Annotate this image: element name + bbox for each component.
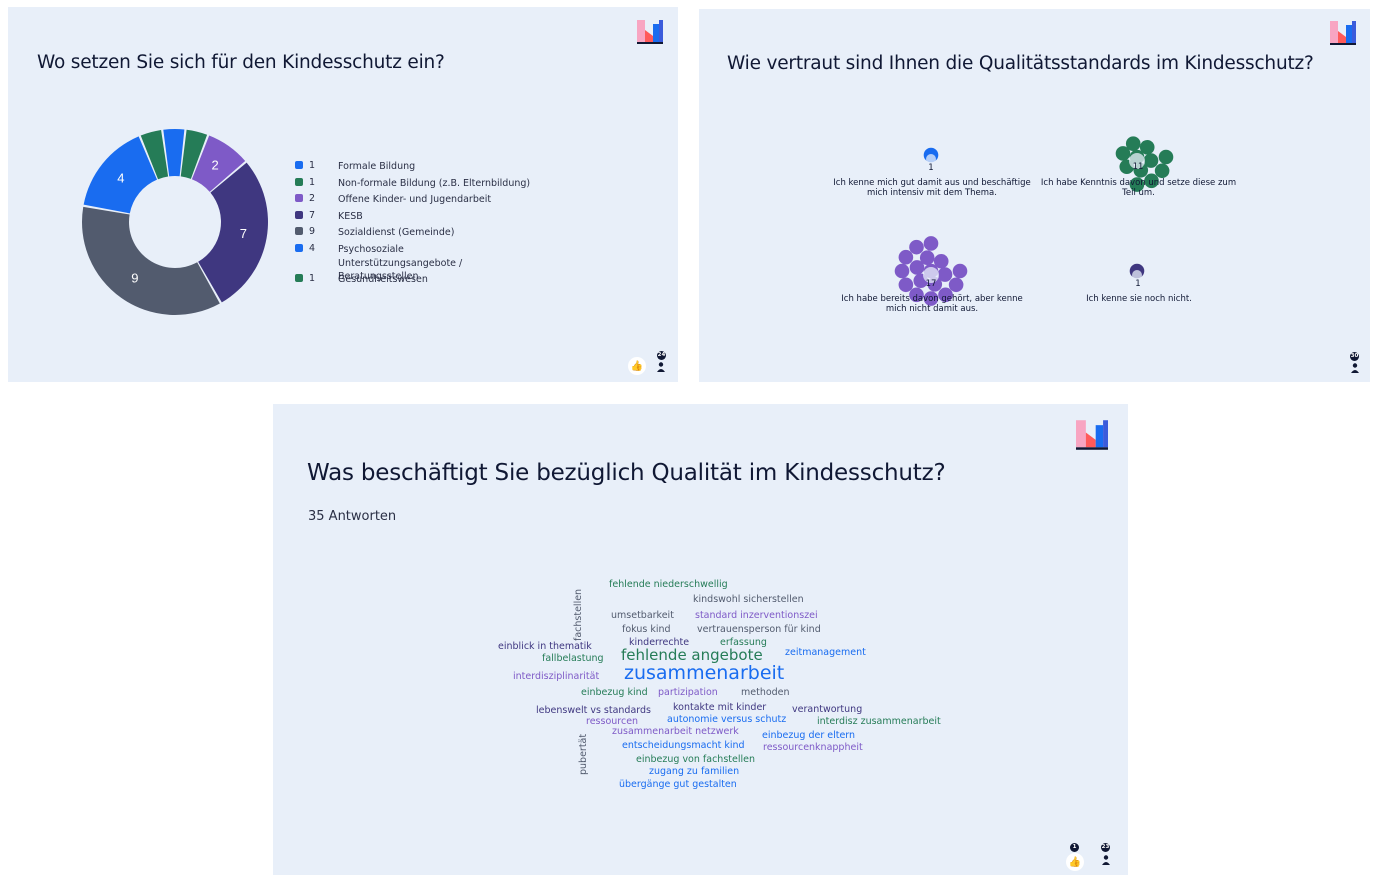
donut-chart: 2 7 9 4 — [81, 129, 268, 315]
participant-count-badge: 23 — [1101, 843, 1110, 852]
like-count-badge: 1 — [1070, 843, 1079, 852]
count-label: 1 — [928, 163, 934, 173]
legend-label: Formale Bildung — [338, 161, 416, 172]
word-cloud-term: pubertät — [578, 733, 589, 775]
legend-count: 9 — [309, 226, 316, 237]
word-cloud-term: verantwortung — [792, 704, 863, 716]
slide-donut-chart: Wo setzen Sie sich für den Kindesschutz … — [8, 7, 678, 382]
word-cloud-term: übergänge gut gestalten — [619, 779, 737, 791]
word-cloud-term: vertrauensperson für kind — [697, 624, 821, 636]
word-cloud-term: zusammenarbeit — [624, 661, 785, 684]
participant-count-badge: 24 — [657, 351, 666, 360]
response-bubble — [1125, 136, 1141, 152]
option-caption: Ich habe Kenntnis davon und setze diese … — [1040, 178, 1237, 198]
response-bubble — [1139, 139, 1155, 155]
legend-swatch — [295, 227, 303, 235]
word-cloud-term: zusammenarbeit netzwerk — [612, 726, 739, 738]
person-icon — [657, 362, 665, 372]
response-bubble — [909, 239, 924, 255]
slice-value-label: 4 — [117, 170, 124, 185]
legend-count: 1 — [309, 160, 316, 171]
person-icon — [1102, 855, 1110, 865]
legend-swatch — [295, 194, 303, 202]
word-cloud-term: einblick in thematik — [498, 641, 592, 653]
slice-value-label: 9 — [131, 271, 138, 286]
legend-swatch — [295, 274, 303, 282]
response-bubble — [923, 236, 939, 251]
word-cloud-term: kontakte mit kinder — [673, 702, 767, 714]
response-bubble — [898, 277, 914, 293]
response-bubble — [948, 277, 964, 293]
legend-count: 4 — [309, 243, 316, 254]
word-cloud-term: ressourcenknappheit — [763, 742, 863, 754]
response-bubble — [1154, 163, 1170, 179]
word-cloud-term: fallbelastung — [542, 653, 604, 665]
response-bubble — [898, 249, 914, 265]
slide-title: Wo setzen Sie sich für den Kindesschutz … — [37, 52, 445, 73]
word-cloud-term: methoden — [741, 687, 790, 699]
word-cloud-term: zugang zu familien — [649, 766, 740, 778]
slide-title: Was beschäftigt Sie bezüglich Qualität i… — [307, 460, 946, 486]
word-cloud-term: kindswohl sicherstellen — [693, 594, 804, 606]
legend-label: Gesundheitswesen — [338, 274, 428, 285]
legend-label: Sozialdienst (Gemeinde) — [338, 227, 455, 238]
response-bubble — [952, 263, 968, 279]
legend-label: Non-formale Bildung (z.B. Elternbildung) — [338, 178, 531, 189]
word-cloud-term: lebenswelt vs standards — [536, 705, 652, 717]
legend-count: 1 — [309, 273, 316, 284]
thumbs-up-icon[interactable]: 👍 — [628, 357, 646, 375]
donut-slice — [81, 206, 220, 315]
option-caption: Ich habe bereits davon gehört, aber kenn… — [841, 294, 1023, 314]
word-cloud-term: interdisz zusammenarbeit — [817, 716, 941, 728]
word-cloud-term: partizipation — [658, 687, 718, 699]
count-label: 1 — [1135, 279, 1141, 289]
word-cloud-term: einbezug kind — [581, 687, 648, 699]
slice-value-label: 2 — [212, 157, 219, 172]
response-bubble — [919, 250, 935, 266]
legend-swatch — [295, 244, 303, 252]
slide-word-cloud: Was beschäftigt Sie bezüglich Qualität i… — [273, 404, 1128, 875]
legend-swatch — [295, 178, 303, 186]
participant-count-badge: 30 — [1350, 352, 1359, 361]
slice-value-label: 7 — [240, 226, 247, 241]
word-cloud-term: umsetbarkeit — [611, 610, 674, 622]
word-cloud-term: standard inzerventionszei — [695, 610, 818, 622]
slide-scales-chart: Wie vertraut sind Ihnen die Qualitätssta… — [699, 9, 1370, 382]
response-bubble — [894, 263, 910, 279]
legend-swatch — [295, 161, 303, 169]
response-count: 35 Antworten — [308, 509, 397, 524]
mentimeter-logo-icon — [1076, 420, 1108, 450]
word-cloud-term: einbezug von fachstellen — [636, 754, 755, 766]
mentimeter-logo-icon — [637, 20, 663, 44]
count-label: 17 — [925, 279, 937, 289]
legend-count: 7 — [309, 210, 316, 221]
word-cloud-term: einbezug der eltern — [762, 730, 856, 742]
word-cloud-term: interdisziplinarität — [513, 671, 600, 683]
response-bubble — [1158, 149, 1174, 165]
word-cloud-term: fokus kind — [622, 624, 671, 636]
word-cloud-term: fachstellen — [573, 588, 584, 641]
legend-label: Offene Kinder- und Jugendarbeit — [338, 194, 492, 205]
word-cloud-term: fehlende niederschwellig — [609, 579, 728, 591]
response-bubble — [933, 253, 949, 269]
option-caption: Ich kenne sie noch nicht. — [1086, 294, 1192, 304]
option-caption: Ich kenne mich gut damit aus und beschäf… — [833, 178, 1031, 198]
word-cloud-term: autonomie versus schutz — [667, 714, 787, 726]
person-icon — [1351, 363, 1359, 373]
legend-swatch — [295, 211, 303, 219]
legend-count: 2 — [309, 193, 316, 204]
word-cloud-term: entscheidungsmacht kind — [622, 740, 745, 752]
legend-label: KESB — [338, 211, 363, 222]
legend-count: 1 — [309, 177, 316, 188]
thumbs-up-icon[interactable]: 👍 — [1066, 853, 1084, 871]
count-label: 11 — [1132, 162, 1144, 172]
word-cloud-term: zeitmanagement — [785, 647, 866, 659]
